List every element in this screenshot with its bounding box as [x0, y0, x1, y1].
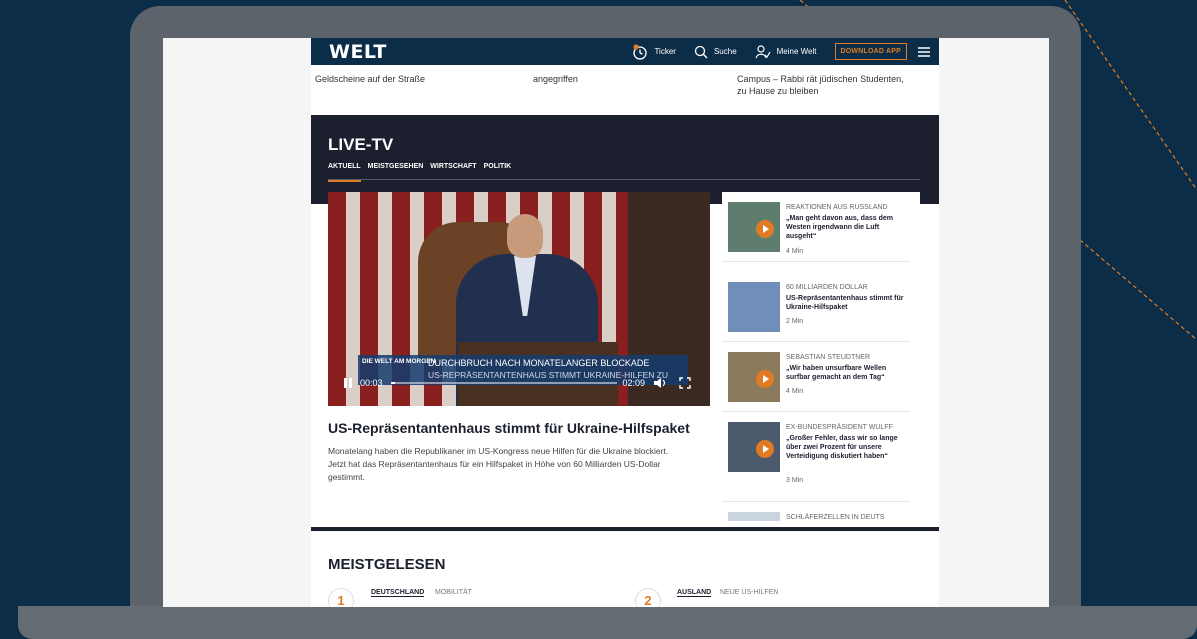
ticker-clock-icon	[633, 43, 648, 60]
playlist-item[interactable]: EX-BUNDESPRÄSIDENT WULFF „Großer Fehler,…	[722, 412, 910, 502]
video-progress-bar[interactable]	[390, 382, 617, 384]
video-time-current: 00:03	[360, 378, 383, 388]
playlist-kicker: 60 MILLIARDEN DOLLAR	[786, 284, 868, 291]
playlist-kicker: REAKTIONEN AUS RUSSLAND	[786, 204, 888, 211]
topic-label: MOBILITÄT	[435, 589, 472, 596]
video-time-total: 02:09	[622, 378, 646, 388]
fullscreen-icon[interactable]	[679, 377, 691, 389]
play-icon	[756, 440, 774, 458]
lower-third-brand: DIE WELT AM MORGEN	[362, 358, 436, 365]
ticker-link[interactable]: Ticker	[632, 43, 676, 60]
hamburger-menu-icon[interactable]	[917, 46, 931, 58]
playlist-kicker: EX-BUNDESPRÄSIDENT WULFF	[786, 424, 893, 431]
account-label: Meine Welt	[776, 47, 817, 56]
meistgelesen-title: MEISTGELESEN	[328, 556, 446, 573]
rank-badge: 1	[328, 588, 354, 607]
article-link-3-line1[interactable]: Campus – Rabbi rät jüdischen Studenten,	[737, 73, 904, 85]
playlist-title: „Wir haben unsurfbare Wellen surfbar gem…	[786, 365, 887, 381]
ticker-label: Ticker	[654, 47, 676, 56]
video-headline[interactable]: US-Repräsentantenhaus stimmt für Ukraine…	[328, 420, 690, 436]
section-link[interactable]: AUSLAND	[677, 589, 712, 597]
video-playlist: REAKTIONEN AUS RUSSLAND „Man geht davon …	[722, 192, 920, 521]
rank-badge: 2	[635, 588, 661, 607]
playlist-duration: 4 Min	[786, 248, 804, 255]
user-icon	[755, 44, 771, 58]
top-article-strip: Geldscheine auf der Straße angegriffen C…	[311, 65, 939, 115]
playlist-thumbnail	[728, 282, 780, 332]
playlist-title: US-Repräsentantenhaus stimmt für Ukraine…	[786, 295, 904, 311]
search-link[interactable]: Suche	[694, 45, 737, 59]
video-controls: 00:03 02:09	[328, 371, 710, 395]
article-link-1[interactable]: Geldscheine auf der Straße	[315, 73, 425, 85]
video-progress-fill	[390, 382, 396, 384]
playlist-item[interactable]: REAKTIONEN AUS RUSSLAND „Man geht davon …	[722, 192, 910, 262]
video-player[interactable]: DIE WELT AM MORGEN DURCHBRUCH NACH MONAT…	[328, 192, 710, 406]
browser-screen: WELT Ticker Suche Meine Welt DOWNLOAD AP…	[163, 38, 1049, 607]
playlist-item[interactable]: SCHLÄFERZELLEN IN DEUTS	[722, 502, 910, 521]
account-link[interactable]: Meine Welt	[755, 44, 817, 59]
playlist-duration: 2 Min	[786, 318, 804, 325]
playlist-title: „Man geht davon aus, dass dem Westen irg…	[786, 215, 893, 240]
playlist-duration: 3 Min	[786, 477, 804, 484]
lower-third-line1: DURCHBRUCH NACH MONATELANGER BLOCKADE	[428, 358, 650, 368]
site-header: WELT Ticker Suche Meine Welt DOWNLOAD AP…	[311, 38, 939, 65]
live-tv-section: LIVE-TV AKTUELL MEISTGESEHEN WIRTSCHAFT …	[311, 115, 939, 531]
pause-icon[interactable]	[344, 378, 352, 388]
download-app-button[interactable]: DOWNLOAD APP	[834, 43, 907, 60]
playlist-duration: 4 Min	[786, 388, 804, 395]
welt-logo[interactable]: WELT	[329, 41, 387, 63]
playlist-item[interactable]: 60 MILLIARDEN DOLLAR US-Repräsentantenha…	[722, 272, 910, 342]
play-icon	[756, 220, 774, 238]
live-tv-bottom-bar	[311, 527, 939, 531]
playlist-thumbnail	[728, 512, 780, 521]
live-tv-header-band	[311, 115, 939, 204]
tabs-divider	[328, 179, 920, 180]
article-link-3-line2[interactable]: zu Hause zu bleiben	[737, 85, 819, 97]
volume-icon[interactable]	[653, 377, 667, 389]
play-icon	[756, 370, 774, 388]
playlist-kicker: SCHLÄFERZELLEN IN DEUTS	[786, 514, 885, 521]
article-link-2[interactable]: angegriffen	[533, 73, 578, 85]
topic-label: NEUE US-HILFEN	[720, 589, 779, 596]
playlist-kicker: SEBASTIAN STEUDTNER	[786, 354, 871, 361]
live-tv-title: LIVE-TV	[328, 135, 394, 154]
playlist-item[interactable]: SEBASTIAN STEUDTNER „Wir haben unsurfbar…	[722, 342, 910, 412]
search-icon	[694, 45, 708, 58]
search-label: Suche	[713, 47, 737, 56]
playlist-title: „Großer Fehler, dass wir so lange über z…	[786, 435, 898, 460]
laptop-base	[18, 606, 1197, 639]
meistgelesen-section: MEISTGELESEN 1 DEUTSCHLAND MOBILITÄT 2 A…	[311, 532, 939, 607]
video-frame-speaker-head	[507, 214, 543, 258]
video-teaser: Monatelang haben die Republikaner im US-…	[328, 446, 669, 482]
section-link[interactable]: DEUTSCHLAND	[371, 589, 425, 597]
